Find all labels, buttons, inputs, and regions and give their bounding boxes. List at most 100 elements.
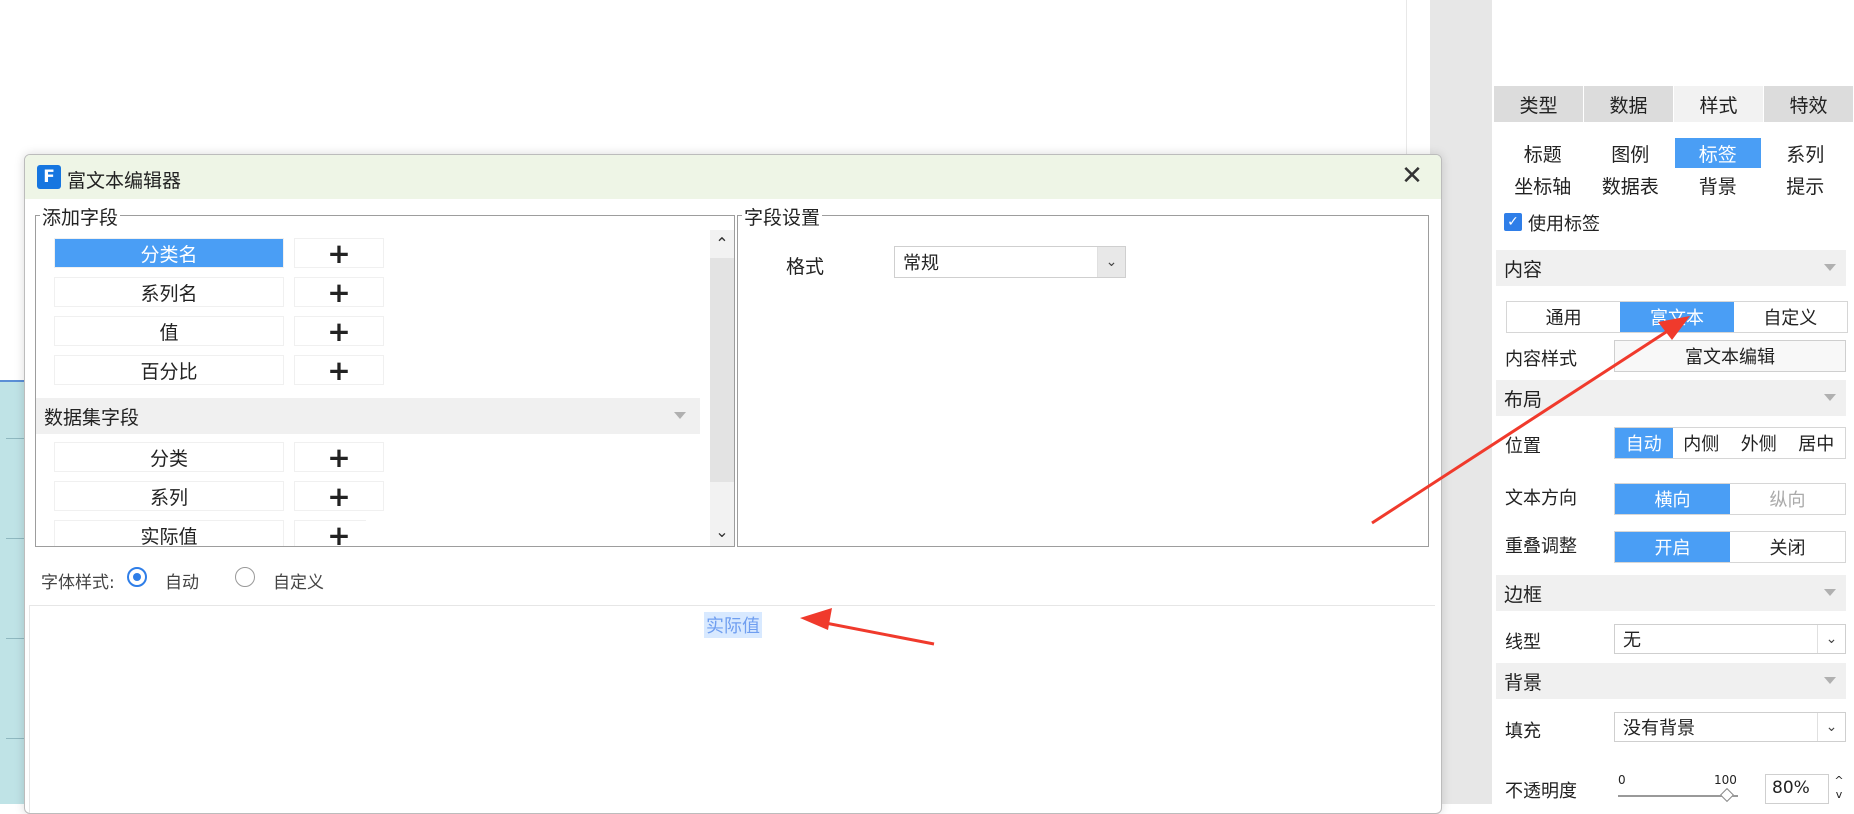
position-center[interactable]: 居中 [1788,428,1846,458]
slider-min-label: 0 [1618,773,1626,787]
use-label-checkbox[interactable]: ✓ [1504,213,1522,231]
style-subtabs: 标题 图例 标签 系列 坐标轴 数据表 背景 提示 [1500,138,1848,200]
field-row: 百分比 + [54,354,384,387]
section-layout-label: 布局 [1504,388,1543,411]
opacity-label: 不透明度 [1505,781,1577,802]
format-label: 格式 [786,256,825,278]
mode-richtext[interactable]: 富文本 [1620,302,1734,332]
richtext-edit-button[interactable]: 富文本编辑 [1614,340,1846,372]
grid-line [6,738,26,739]
position-selector: 自动 内侧 外侧 居中 [1614,427,1846,459]
add-field-button[interactable]: + [294,480,384,513]
section-layout[interactable]: 布局 [1496,380,1846,416]
position-inside[interactable]: 内侧 [1673,428,1731,458]
add-field-button[interactable]: + [294,276,384,309]
opacity-stepper[interactable]: ^ v [1830,774,1848,804]
direction-horizontal[interactable]: 横向 [1615,484,1730,514]
dataset-fields-label: 数据集字段 [44,406,140,429]
subtab-tooltip[interactable]: 提示 [1763,170,1849,200]
add-field-button[interactable]: + [294,315,384,348]
field-category-name[interactable]: 分类名 [54,238,284,268]
text-direction-selector: 横向 纵向 [1614,483,1846,515]
fill-select[interactable]: 没有背景 ⌄ [1614,712,1846,742]
font-custom-radio[interactable] [235,567,255,587]
add-field-group: 添加字段 分类名 + 系列名 + 值 + 百分比 + 数据集字段 分类 + 系列… [35,203,735,547]
format-select[interactable]: 常规 ⌄ [894,246,1126,278]
subtab-datatable[interactable]: 数据表 [1588,170,1674,200]
line-type-select[interactable]: 无 ⌄ [1614,624,1846,654]
section-border-label: 边框 [1504,583,1543,606]
overlap-on[interactable]: 开启 [1615,532,1730,562]
chevron-down-icon: ⌄ [1817,625,1845,653]
add-field-button[interactable]: + [294,520,366,546]
chevron-down-icon: ⌄ [1817,713,1845,741]
subtab-axis[interactable]: 坐标轴 [1500,170,1586,200]
font-auto-label: 自动 [165,573,199,593]
tab-type[interactable]: 类型 [1494,86,1583,122]
subtab-title[interactable]: 标题 [1500,138,1586,168]
subtab-label[interactable]: 标签 [1675,138,1761,168]
line-type-label: 线型 [1505,632,1541,653]
slider-max-label: 100 [1714,773,1737,787]
grid-line [6,438,26,439]
field-row: 系列 + [54,480,384,513]
field-list-scrollbar[interactable]: ⌃ ⌄ [710,230,734,546]
field-dataset-category[interactable]: 分类 [54,442,284,472]
text-direction-label: 文本方向 [1505,488,1577,509]
format-value: 常规 [903,253,939,274]
field-row: 实际值 + [54,520,366,546]
collapse-caret-icon [1824,394,1836,401]
collapse-caret-icon [1824,677,1836,684]
line-type-value: 无 [1623,630,1641,651]
field-series-name[interactable]: 系列名 [54,277,284,307]
font-auto-radio[interactable] [127,567,147,587]
opacity-input[interactable]: 80% [1765,774,1829,804]
grid-line [6,638,26,639]
mode-general[interactable]: 通用 [1507,302,1620,332]
tab-data[interactable]: 数据 [1584,86,1673,122]
position-auto[interactable]: 自动 [1615,428,1673,458]
scroll-thumb[interactable] [710,258,734,482]
field-dataset-series[interactable]: 系列 [54,481,284,511]
add-field-button[interactable]: + [294,441,384,474]
dialog-titlebar: F 富文本编辑器 ✕ [25,155,1441,199]
scroll-down-icon[interactable]: ⌄ [710,518,734,544]
collapse-caret-icon [674,412,686,419]
field-settings-label: 字段设置 [742,203,823,230]
scroll-up-icon[interactable]: ⌃ [710,230,734,256]
richtext-editor-area[interactable]: 实际值 [29,605,1435,813]
collapse-caret-icon [1824,264,1836,271]
add-field-button[interactable]: + [294,354,384,387]
editor-field-token[interactable]: 实际值 [704,612,762,638]
subtab-background[interactable]: 背景 [1675,170,1761,200]
subtab-series[interactable]: 系列 [1763,138,1849,168]
app-logo-icon: F [37,165,61,189]
tab-style[interactable]: 样式 [1674,86,1763,122]
position-label: 位置 [1505,436,1541,457]
tab-effects[interactable]: 特效 [1764,86,1853,122]
section-border[interactable]: 边框 [1496,575,1846,611]
position-outside[interactable]: 外侧 [1730,428,1788,458]
font-custom-label: 自定义 [273,573,324,593]
subtab-legend[interactable]: 图例 [1588,138,1674,168]
section-background[interactable]: 背景 [1496,663,1846,699]
fill-label: 填充 [1505,721,1541,742]
field-value[interactable]: 值 [54,316,284,346]
content-mode-selector: 通用 富文本 自定义 [1506,301,1848,333]
direction-vertical[interactable]: 纵向 [1730,484,1845,514]
section-background-label: 背景 [1504,671,1543,694]
field-row: 系列名 + [54,276,384,309]
richtext-editor-dialog: F 富文本编辑器 ✕ 添加字段 分类名 + 系列名 + 值 + 百分比 + 数据… [24,154,1442,814]
field-percentage[interactable]: 百分比 [54,355,284,385]
section-content[interactable]: 内容 [1496,250,1846,286]
field-settings-group: 字段设置 格式 常规 ⌄ [737,203,1429,547]
font-style-label: 字体样式: [41,573,115,593]
overlap-off[interactable]: 关闭 [1730,532,1845,562]
section-content-label: 内容 [1504,258,1543,281]
close-icon[interactable]: ✕ [1397,161,1427,191]
dataset-fields-section[interactable]: 数据集字段 [36,398,700,434]
add-field-button[interactable]: + [294,237,384,270]
panel-tabs: 类型 数据 样式 特效 [1494,86,1854,122]
field-dataset-actual-value[interactable]: 实际值 [54,520,284,546]
mode-custom[interactable]: 自定义 [1734,302,1847,332]
